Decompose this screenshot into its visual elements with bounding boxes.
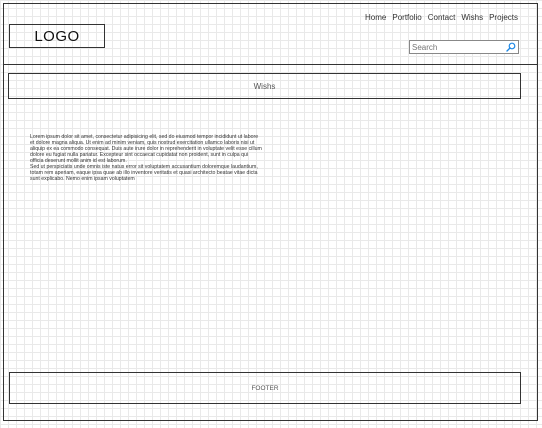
page-frame: [3, 3, 538, 421]
nav-item-contact[interactable]: Contact: [428, 13, 456, 22]
search-icon[interactable]: [506, 42, 516, 52]
footer: FOOTER: [9, 372, 521, 404]
nav-item-home[interactable]: Home: [365, 13, 386, 22]
section-title: Wishs: [253, 81, 276, 91]
footer-label: FOOTER: [251, 384, 279, 392]
nav-item-portfolio[interactable]: Portfolio: [392, 13, 421, 22]
nav-item-wishs[interactable]: Wishs: [461, 13, 483, 22]
main-nav: Home Portfolio Contact Wishs Projects: [365, 13, 518, 22]
body-text: Lorem ipsum dolor sit amet, consectetur …: [30, 134, 262, 182]
header-divider: [3, 64, 538, 65]
search-box: [409, 40, 519, 54]
paragraph: Sed ut perspiciatis unde omnis iste natu…: [30, 164, 258, 182]
paragraph: Lorem ipsum dolor sit amet, consectetur …: [30, 134, 262, 164]
search-input[interactable]: [410, 41, 504, 53]
section-title-bar: Wishs: [8, 73, 521, 99]
logo[interactable]: LOGO: [9, 24, 105, 48]
nav-item-projects[interactable]: Projects: [489, 13, 518, 22]
